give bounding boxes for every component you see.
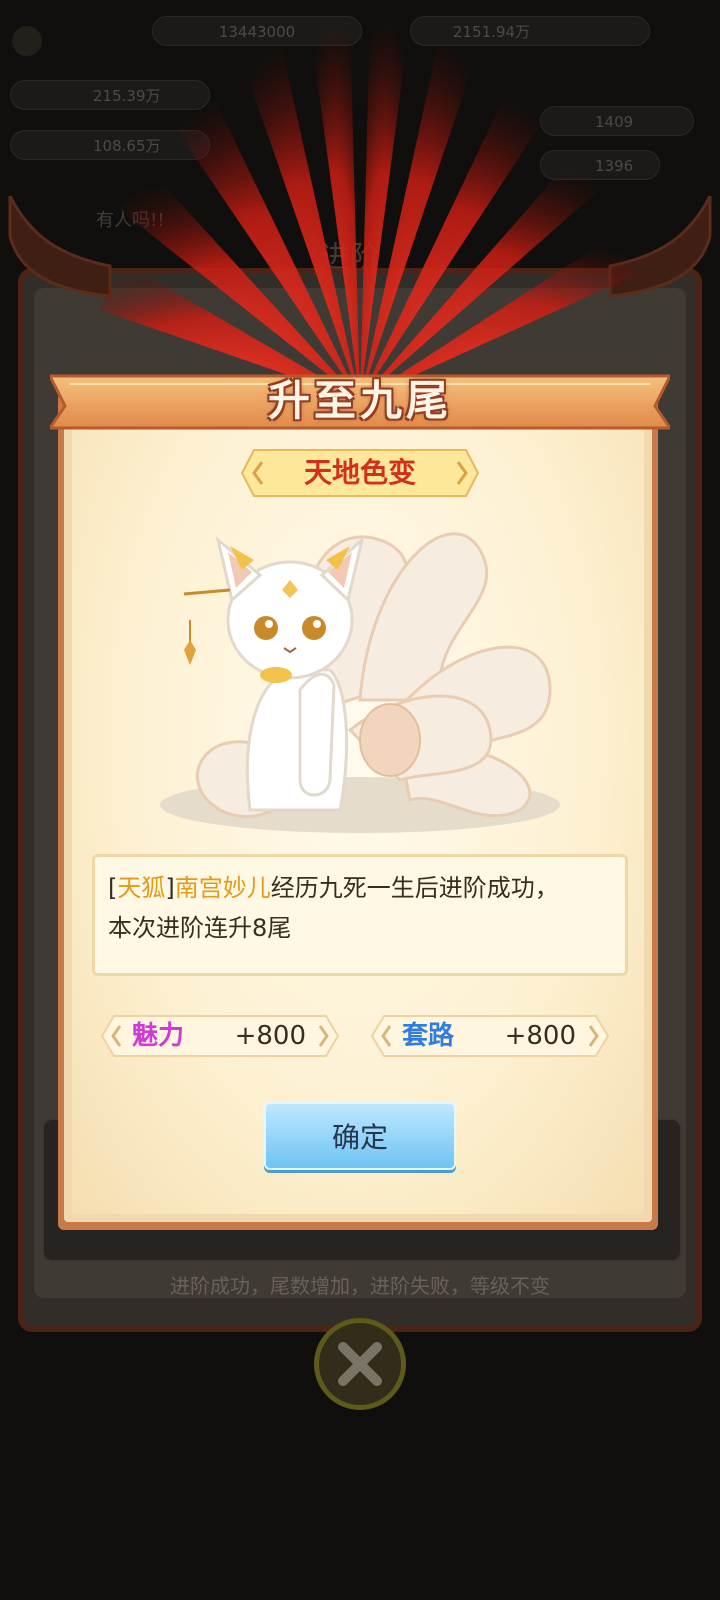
stat-tactic-label: 套路: [402, 1021, 455, 1051]
banner-title: 升至九尾: [267, 376, 452, 425]
desc-rank: 天狐: [117, 874, 166, 902]
stat-charm: 魅力 +800: [100, 1014, 340, 1058]
desc-character-name: 南宫妙儿: [174, 874, 271, 902]
confirm-button[interactable]: 确定: [264, 1102, 456, 1170]
stat-tactic-value: +800: [504, 1021, 576, 1051]
desc-line1-rest: 经历九死一生后进阶成功，: [270, 874, 559, 902]
desc-bracket-close: ]: [165, 874, 175, 902]
desc-bracket-open: [: [108, 874, 118, 902]
desc-line2: 本次进阶连升8尾: [108, 914, 292, 942]
stat-tactic: 套路 +800: [370, 1014, 610, 1058]
light-rays: [100, 20, 635, 400]
stat-charm-value: +800: [234, 1021, 306, 1051]
nine-tailed-fox-image: [160, 532, 560, 833]
description-text: [天狐]南宫妙儿经历九死一生后进阶成功， 本次进阶连升8尾: [108, 868, 608, 948]
stat-charm-label: 魅力: [132, 1021, 185, 1051]
